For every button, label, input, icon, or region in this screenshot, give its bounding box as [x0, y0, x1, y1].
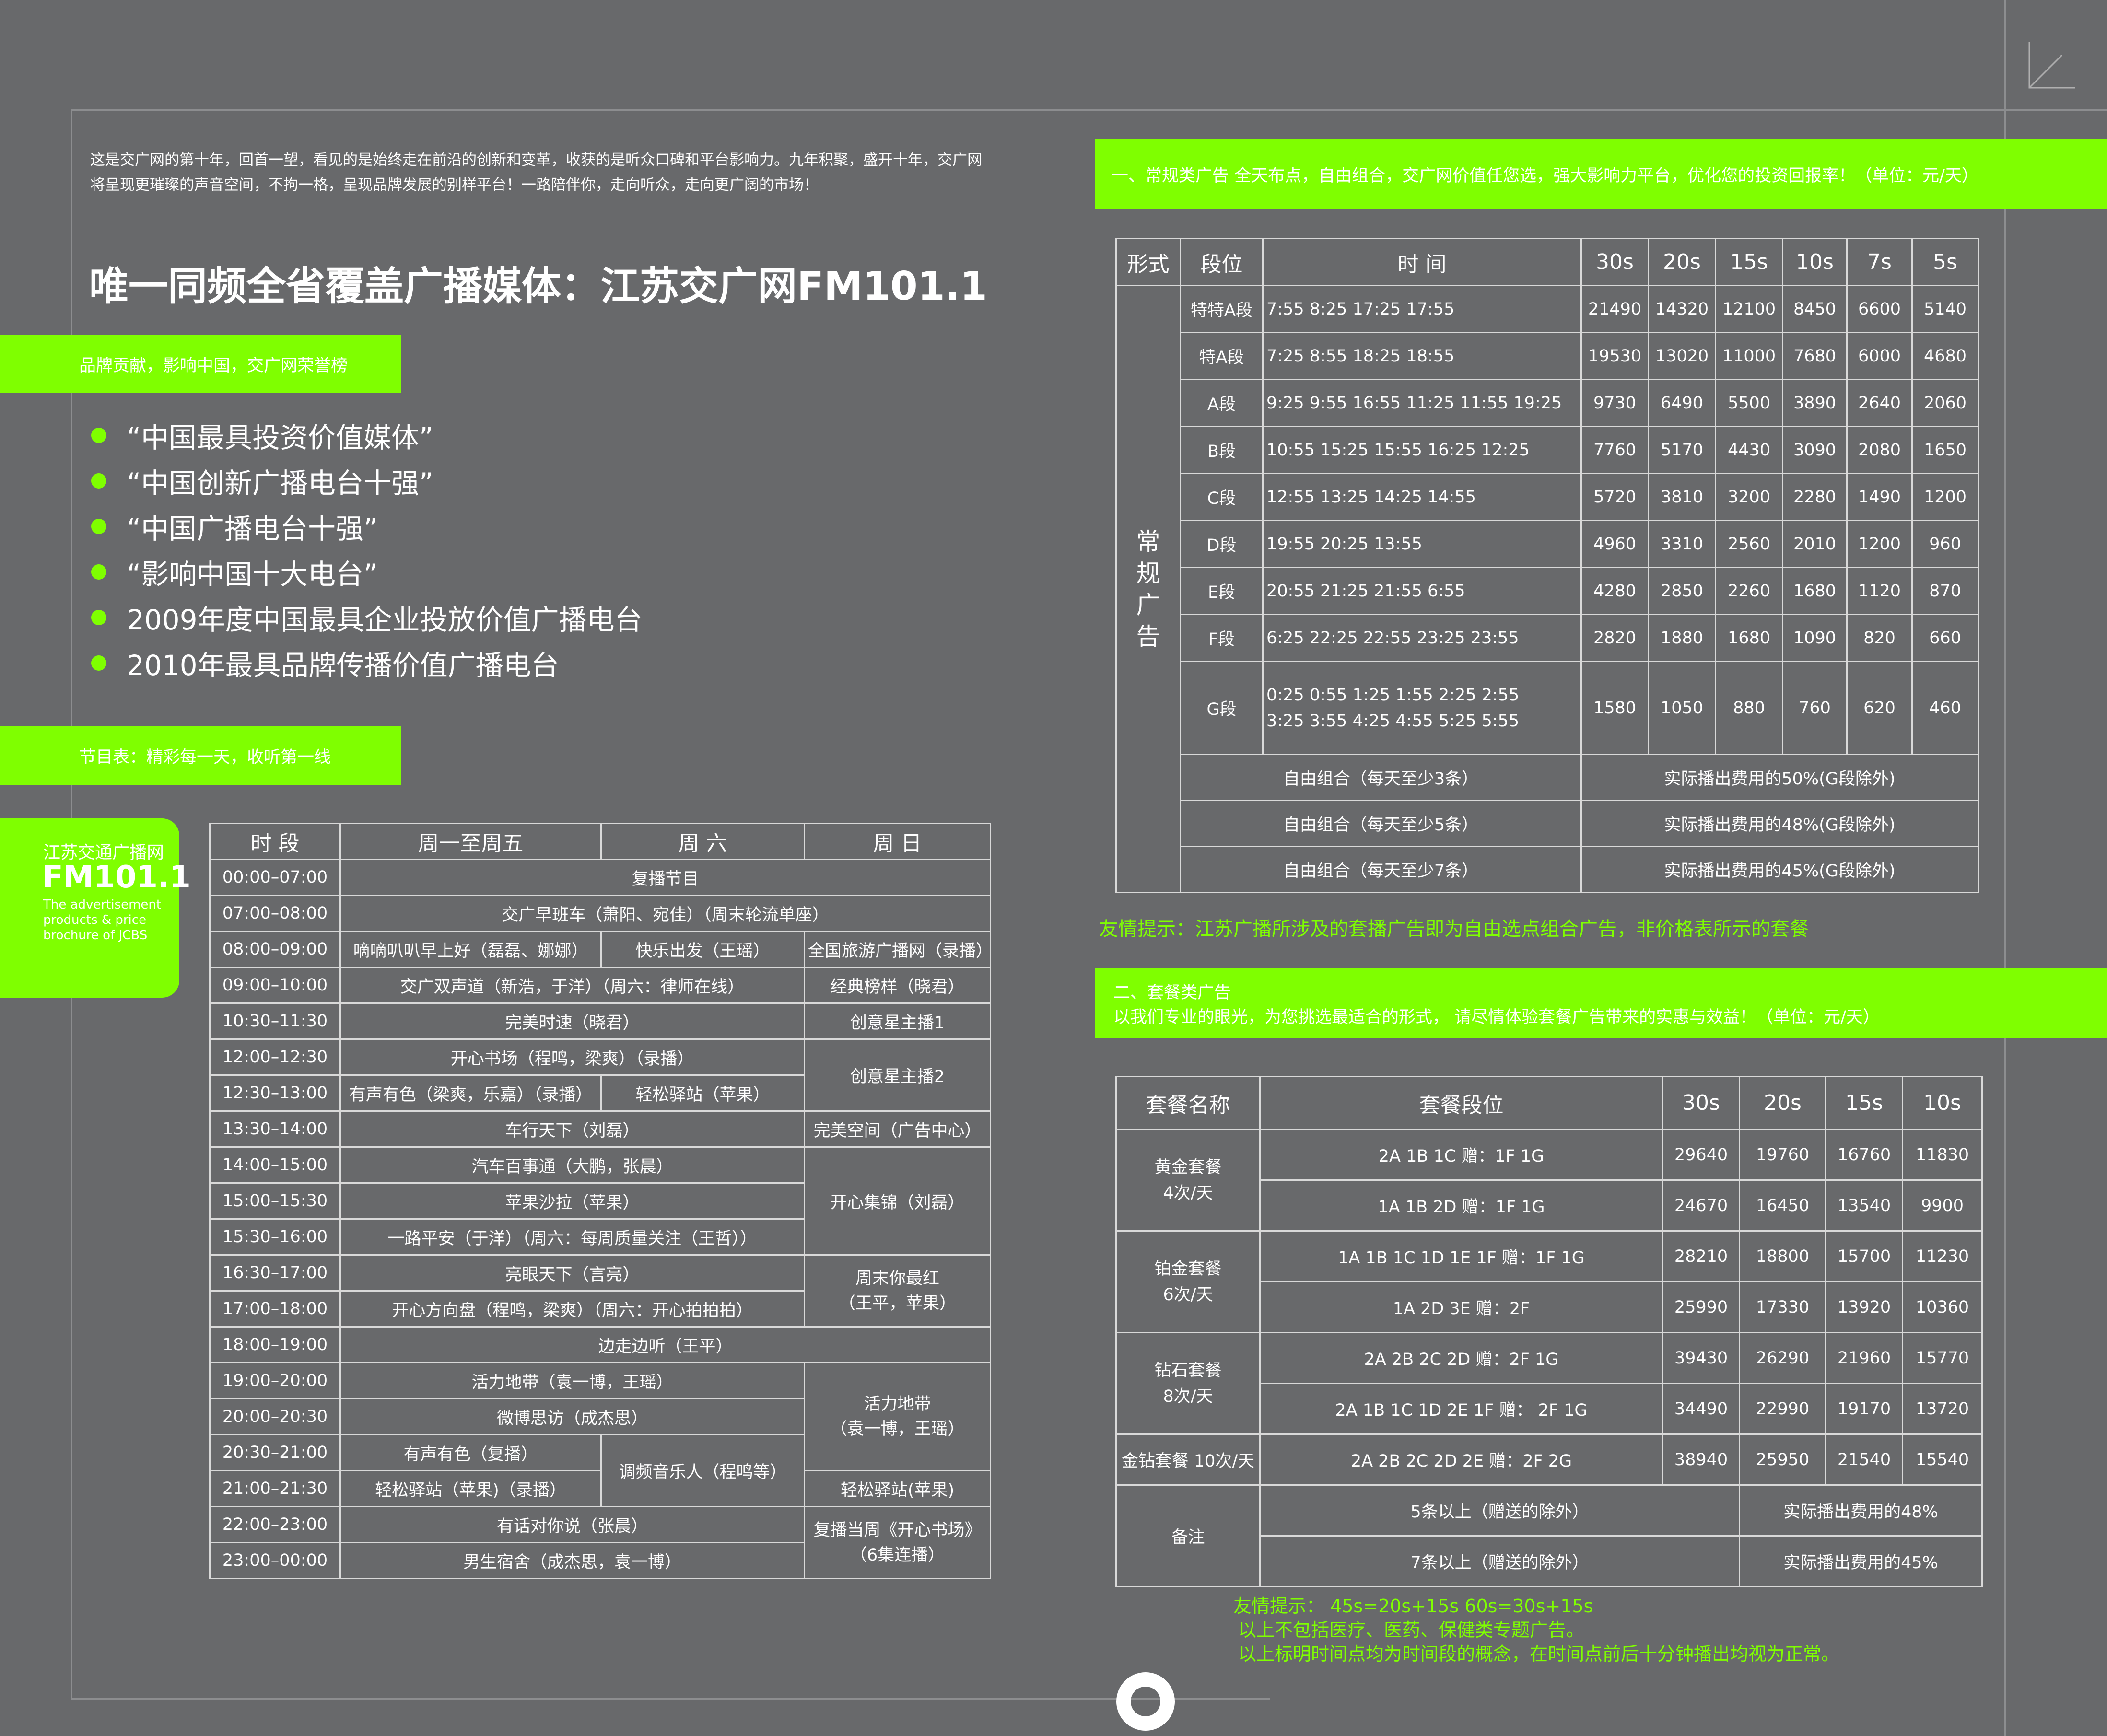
table-row: 16:30–17:00 亮眼天下（言亮） 周末你最红 （王平，苹果）	[209, 1254, 991, 1328]
table-row: 19:00–20:00 活力地带（袁一博，王瑶） 活力地带 （袁一博，王瑶）	[209, 1362, 991, 1471]
package-tip-line2: 以上不包括医疗、医药、保健类专题广告。	[1238, 1619, 1585, 1641]
table-row: 00:00–07:00 复播节目	[209, 859, 991, 896]
col-header-weekday: 周一至周五	[339, 823, 602, 860]
col-header-sunday: 周 日	[804, 823, 991, 860]
table-row: E段 20:55 21:25 21:55 6:55 4280 2850 2260 168…	[1116, 567, 1979, 615]
table-row: 自由组合（每天至少7条） 实际播出费用的45%(G段除外)	[1116, 846, 1979, 893]
table-row: 备注 5条以上（赠送的除外） 实际播出费用的48%	[1115, 1484, 1983, 1587]
honor-list: “中国最具投资价值媒体” “中国创新广播电台十强” “中国广播电台十强” “影响…	[91, 412, 643, 686]
col-header-time: 时 段	[209, 823, 341, 860]
schedule-bar: 节目表：精彩每一天，收听第一线	[0, 726, 401, 785]
bullet-icon	[91, 655, 106, 671]
category-label: 常规广告	[1115, 285, 1181, 893]
program-schedule-table: 时 段 周一至周五 周 六 周 日 00:00–07:00 复播节目 07:00–…	[209, 823, 991, 1579]
honor-item: 2009年度中国最具企业投放价值广播电台	[91, 594, 643, 640]
brand-honor-bar-text: 品牌贡献，影响中国，交广网荣誉榜	[79, 356, 348, 375]
package-ad-bar-title: 二、套餐类广告	[1113, 983, 1231, 1002]
brochure-caption: The advertisement products & price broch…	[43, 897, 162, 943]
bullet-icon	[91, 564, 106, 580]
table-row: 常规广告 特特A段 7:55 8:25 17:25 17:55 21490 1432…	[1115, 285, 1979, 893]
station-frequency: FM101.1	[42, 860, 191, 895]
frame-bottom-line	[71, 1698, 1270, 1700]
table-row: 黄金套餐 4次/天 2A 1B 1C 赠：1F 1G 29640 19760 16760…	[1115, 1129, 1983, 1232]
honor-item: 2010年最具品牌传播价值广播电台	[91, 640, 643, 686]
table-row: B段 10:55 15:25 15:55 16:25 12:25 7760 5170…	[1116, 426, 1979, 474]
package-rate-table: 套餐名称 套餐段位 30s 20s 15s 10s 黄金套餐 4次/天 2A 1B 1C …	[1115, 1076, 1983, 1587]
package-tip-line1: 友情提示： 45s=20s+15s 60s=30s+15s	[1233, 1596, 1593, 1617]
table-row: D段 19:55 20:25 13:55 4960 3310 2560 2010 1200…	[1116, 520, 1979, 568]
frame-right-line	[2004, 0, 2006, 1736]
table-row: 特A段 7:25 8:55 18:25 18:55 19530 13020 11000…	[1116, 332, 1979, 380]
corner-arrow-icon	[2028, 42, 2075, 89]
regular-ad-bar: 一、常规类广告 全天布点，自由组合，交广网价值任您选，强大影响力平台，优化您的投…	[1095, 139, 2107, 209]
honor-item: “中国创新广播电台十强”	[91, 458, 643, 503]
table-row: 铂金套餐 6次/天 1A 1B 1C 1D 1E 1F 赠：1F 1G 28210 1…	[1115, 1230, 1983, 1333]
page-headline: 唯一同频全省覆盖广播媒体：江苏交广网FM101.1	[89, 264, 987, 309]
schedule-bar-text: 节目表：精彩每一天，收听第一线	[79, 747, 331, 767]
table-header-row: 套餐名称 套餐段位 30s 20s 15s 10s	[1115, 1076, 1983, 1130]
package-ad-bar-subtitle: 以我们专业的眼光，为您挑选最适合的形式， 请尽情体验套餐广告带来的实惠与效益！（…	[1113, 1008, 1880, 1027]
col-header-saturday: 周 六	[600, 823, 805, 860]
table-row: 09:00–10:00 交广双声道（新浩，于洋）（周六：律师在线） 经典榜样（晓君）	[209, 967, 991, 1004]
table-row: 自由组合（每天至少5条） 实际播出费用的48%(G段除外)	[1116, 800, 1979, 847]
intro-paragraph: 这是交广网的第十年，回首一望，看见的是始终走在前沿的创新和变革，收获的是听众口碑…	[90, 151, 982, 194]
table-row: 14:00–15:00 汽车百事通（大鹏，张晨） 开心集锦（刘磊）	[209, 1146, 991, 1256]
honor-item: “影响中国十大电台”	[91, 549, 643, 594]
package-ad-bar: 二、套餐类广告 以我们专业的眼光，为您挑选最适合的形式， 请尽情体验套餐广告带来…	[1095, 968, 2107, 1038]
table-row: 13:30–14:00 车行天下（刘磊） 完美空间（广告中心）	[209, 1110, 991, 1148]
table-header-row: 时 段 周一至周五 周 六 周 日	[209, 823, 991, 860]
package-tip-line3: 以上标明时间点均为时间段的概念，在时间点前后十分钟播出均视为正常。	[1238, 1643, 1840, 1665]
bullet-icon	[91, 609, 106, 625]
table-row: 18:00–19:00 边走边听（王平）	[209, 1326, 991, 1363]
regular-rate-table: 形式 段位时 间 30s 20s 15s 10s 7s 5s 常规广告 特特A段 7:55 …	[1115, 238, 1979, 893]
regular-ad-tip: 友情提示：江苏广播所涉及的套播广告即为自由选点组合广告，非价格表所示的套餐	[1099, 918, 1809, 940]
table-row: 07:00–08:00 交广早班车（萧阳、宛佳）（周末轮流单座）	[209, 895, 991, 932]
table-row: 自由组合（每天至少3条） 实际播出费用的50%(G段除外)	[1116, 754, 1979, 801]
table-row: 10:30–11:30 完美时速（晓君） 创意星主播1	[209, 1002, 991, 1040]
regular-ad-bar-text: 一、常规类广告 全天布点，自由组合，交广网价值任您选，强大影响力平台，优化您的投…	[1112, 166, 1978, 186]
frame-top-line	[71, 109, 2107, 111]
table-header-row: 形式 段位时 间 30s 20s 15s 10s 7s 5s	[1115, 238, 1979, 286]
table-row: A段 9:25 9:55 16:55 11:25 11:55 19:25 9730…	[1116, 379, 1979, 427]
table-row: 22:00–23:00 有话对你说（张晨） 复播当周《开心书场》 （6集连播）	[209, 1506, 991, 1579]
page-ring-icon	[1116, 1672, 1175, 1731]
honor-item: “中国最具投资价值媒体”	[91, 412, 643, 458]
bullet-icon	[91, 473, 106, 489]
bullet-icon	[91, 427, 106, 443]
table-row: 金钻套餐 10次/天 2A 2B 2C 2D 2E 赠：2F 2G 38940 25…	[1115, 1433, 1983, 1486]
honor-item: “中国广播电台十强”	[91, 503, 643, 549]
station-brand-box: 江苏交通广播网 FM101.1 The advertisement produc…	[0, 818, 191, 998]
table-row: C段 12:55 13:25 14:25 14:55 5720 3810 3200 22…	[1116, 473, 1979, 521]
brand-honor-bar: 品牌贡献，影响中国，交广网荣誉榜	[0, 335, 401, 393]
package-tip: 友情提示： 45s=20s+15s 60s=30s+15s 以上不包括医疗、医药…	[1233, 1594, 1839, 1666]
bullet-icon	[91, 518, 106, 534]
table-row: 12:00–12:30 开心书场（程鸣，梁爽）（录播） 创意星主播2	[209, 1038, 991, 1112]
table-row: F段 6:25 22:25 22:55 23:25 23:55 2820 1880 1…	[1116, 614, 1979, 662]
table-row: 钻石套餐 8次/天 2A 2B 2C 2D 赠：2F 1G 39430 26290 21…	[1115, 1332, 1983, 1435]
table-row: 21:00–21:30 轻松驿站（苹果)（录播） 轻松驿站(苹果)	[209, 1470, 991, 1507]
table-row: 08:00–09:00 嘀嘀叭叭早上好（磊磊、娜娜） 快乐出发（王瑶） 全国旅游广播网…	[209, 931, 991, 968]
table-row: G段 0:25 0:55 1:25 1:55 2:25 2:55 3:25 3:5…	[1116, 661, 1979, 755]
